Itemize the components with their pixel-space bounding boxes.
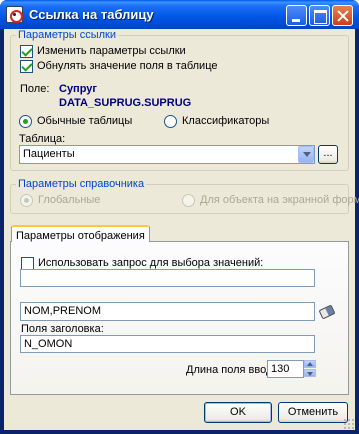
- browse-table-button[interactable]: ...: [318, 145, 338, 164]
- stepper-up-arrow-icon[interactable]: [304, 360, 316, 368]
- directory-params-legend: Параметры справочника: [16, 178, 147, 190]
- radio-global-label[interactable]: Глобальные: [38, 194, 100, 206]
- close-button[interactable]: [332, 5, 353, 26]
- query-input[interactable]: [20, 269, 315, 287]
- minimize-button[interactable]: [286, 5, 307, 26]
- window-title: Ссылка на таблицу: [29, 7, 154, 22]
- cancel-button[interactable]: Отменить: [278, 402, 348, 423]
- display-fields-input[interactable]: NOM,PRENOM: [20, 302, 315, 321]
- use-query-label[interactable]: Использовать запрос для выбора значений:: [38, 257, 263, 269]
- title-bar[interactable]: Ссылка на таблицу: [0, 0, 359, 29]
- radio-normal-tables[interactable]: [19, 115, 32, 128]
- radio-object-on-form-label[interactable]: Для объекта на экранной форме: [200, 194, 359, 206]
- radio-object-on-form[interactable]: [182, 194, 195, 207]
- table-label: Таблица:: [19, 133, 66, 145]
- ref-params-legend: Параметры ссылки: [16, 29, 118, 41]
- dialog-window: Ссылка на таблицу Параметры ссылки Измен…: [0, 0, 359, 434]
- radio-global[interactable]: [20, 194, 33, 207]
- input-length-stepper[interactable]: [304, 360, 316, 377]
- app-icon: [6, 6, 23, 23]
- radio-classifiers[interactable]: [164, 115, 177, 128]
- ok-button[interactable]: OK: [204, 402, 272, 423]
- header-fields-input[interactable]: N_OMON: [20, 335, 315, 353]
- input-length-field[interactable]: 130: [267, 360, 304, 378]
- field-name-line1: Супруг: [59, 83, 97, 95]
- radio-classifiers-label[interactable]: Классификаторы: [182, 115, 269, 127]
- tab-display-params[interactable]: Параметры отображения: [11, 225, 150, 242]
- table-combobox[interactable]: Пациенты: [19, 145, 315, 164]
- change-params-label[interactable]: Изменить параметры ссылки: [37, 45, 186, 57]
- reset-field-checkbox[interactable]: [20, 60, 33, 73]
- resize-grip-icon[interactable]: [343, 418, 355, 430]
- table-combobox-value: Пациенты: [23, 148, 75, 160]
- header-fields-label: Поля заголовка:: [21, 323, 104, 335]
- radio-normal-tables-label[interactable]: Обычные таблицы: [37, 115, 132, 127]
- reset-field-label[interactable]: Обнулять значение поля в таблице: [37, 60, 218, 72]
- stepper-down-arrow-icon[interactable]: [304, 369, 316, 377]
- field-label: Поле:: [20, 83, 50, 95]
- dialog-body: Параметры ссылки Изменить параметры ссыл…: [4, 29, 359, 430]
- table-dropdown-chevron-icon[interactable]: [298, 146, 314, 163]
- field-name-line2: DATA_SUPRUG.SUPRUG: [59, 97, 192, 109]
- maximize-button[interactable]: [309, 5, 330, 26]
- change-params-checkbox[interactable]: [20, 45, 33, 58]
